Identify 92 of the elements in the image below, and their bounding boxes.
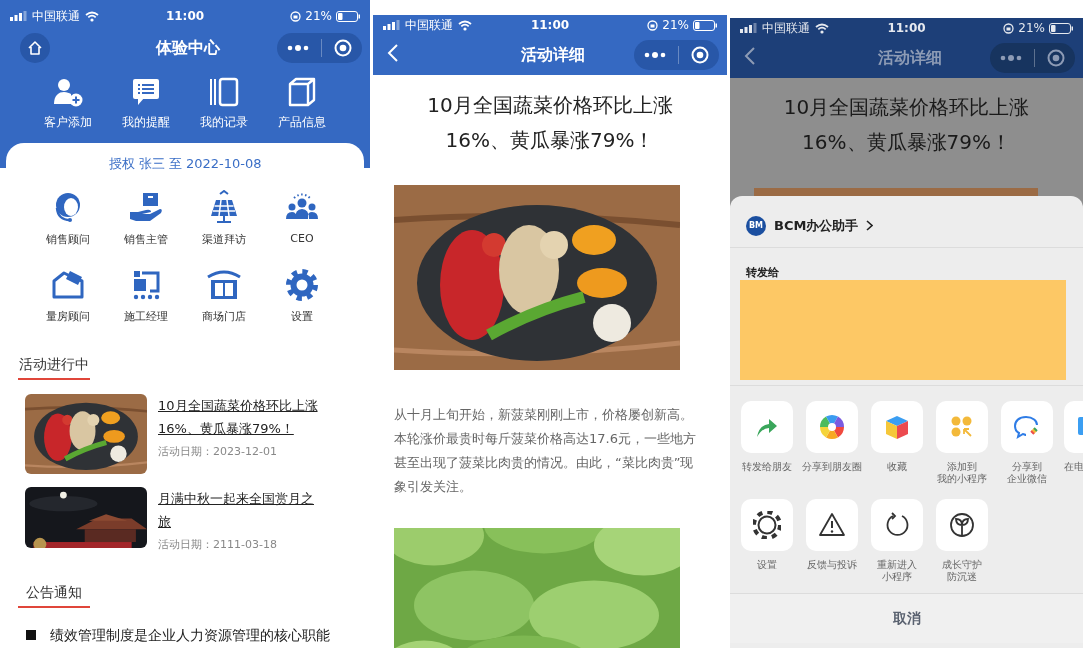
page-title: 体验中心 — [156, 37, 220, 59]
signal-icon — [383, 20, 400, 30]
more-icon[interactable] — [287, 44, 309, 52]
shortcut-label[interactable]: 客户添加 — [44, 114, 92, 131]
wifi-icon — [815, 22, 829, 34]
carrier-name: 中国联通 — [762, 19, 810, 37]
action-label[interactable]: 添加到 — [947, 461, 977, 473]
battery-percentage: 21% — [1018, 21, 1045, 35]
settings-icon[interactable] — [284, 267, 320, 303]
action-tile[interactable] — [741, 401, 793, 453]
back-icon[interactable] — [744, 46, 756, 66]
activity-link[interactable]: 月满中秋一起来全国赏月之旅 — [158, 487, 324, 533]
clock-time: 11:00 — [530, 18, 570, 32]
settings-icon — [753, 511, 781, 539]
battery-icon — [336, 10, 360, 22]
chat-icon — [1013, 413, 1041, 441]
rotation-lock-icon — [1003, 22, 1015, 34]
clock-time: 11:00 — [887, 21, 926, 35]
activity-date: 活动日期：2023-12-01 — [158, 444, 278, 459]
action-tile[interactable] — [741, 499, 793, 551]
shortcut-label[interactable]: 我的记录 — [200, 114, 248, 131]
action-label[interactable]: 反馈与投诉 — [807, 559, 857, 571]
battery-icon — [1049, 22, 1073, 34]
action-label[interactable]: 设置 — [757, 559, 777, 571]
carrier-name: 中国联通 — [405, 16, 453, 34]
cube-icon — [883, 413, 911, 441]
section-label: 转发给 — [746, 266, 780, 279]
user-add-icon[interactable] — [52, 76, 84, 108]
signal-icon — [10, 11, 27, 21]
action-tile[interactable] — [936, 499, 988, 551]
home-button[interactable] — [20, 33, 50, 63]
page-title: 活动详细 — [877, 47, 942, 69]
action-label[interactable]: 成长守护 — [942, 559, 982, 571]
action-tile[interactable] — [1001, 401, 1053, 453]
activity-link[interactable]: 10月全国蔬菜价格环比上涨16%、黄瓜暴涨79%！ — [158, 394, 324, 440]
action-label[interactable]: 在电 — [1064, 461, 1083, 473]
role-label[interactable]: 渠道拜访 — [202, 232, 246, 247]
battery-percentage: 21% — [305, 9, 332, 23]
more-icon[interactable] — [1000, 54, 1022, 62]
rotation-lock-icon — [290, 10, 302, 22]
page-title: 活动详细 — [521, 44, 585, 66]
activity-date: 活动日期：2111-03-18 — [158, 537, 278, 552]
action-tile[interactable] — [806, 401, 858, 453]
sprout-icon — [948, 511, 976, 539]
article-title: 10月全国蔬菜价格环比上涨16%、黄瓜暴涨79%！ — [782, 94, 1031, 156]
cube-icon[interactable] — [286, 76, 318, 108]
action-label[interactable]: 我的小程序 — [937, 473, 987, 485]
article-paragraph: 从十月上旬开始，新菠菜刚刚上市，价格屡创新高。本轮涨价最贵时每斤菠菜价格高达17.6元，一些地方甚至出现了菠菜比肉贵的情况。由此，“菜比肉贵”现象引发关注。 — [394, 406, 697, 496]
action-label[interactable]: 防沉迷 — [947, 571, 977, 583]
action-label[interactable]: 分享到朋友圈 — [802, 461, 862, 473]
signal-icon — [740, 23, 757, 33]
home-icon[interactable] — [27, 40, 43, 56]
action-tile[interactable] — [871, 401, 923, 453]
phone-icon[interactable] — [208, 76, 240, 108]
app-name[interactable]: BCM办公助手 — [774, 216, 859, 235]
action-label[interactable]: 小程序 — [882, 571, 912, 583]
action-label[interactable]: 收藏 — [887, 461, 907, 473]
action-tile[interactable] — [936, 401, 988, 453]
wifi-icon — [458, 19, 472, 31]
app-logo: BM — [746, 215, 766, 236]
wifi-icon — [85, 10, 99, 22]
section-title: 公告通知 — [26, 584, 82, 600]
action-tile[interactable] — [806, 499, 858, 551]
shortcut-label[interactable]: 我的提醒 — [122, 114, 170, 131]
section-title: 活动进行中 — [19, 356, 89, 372]
clock-time: 11:00 — [165, 9, 205, 23]
action-label[interactable]: 分享到 — [1012, 461, 1042, 473]
role-label[interactable]: 商场门店 — [202, 309, 246, 324]
chevron-right-icon[interactable] — [866, 220, 874, 231]
action-tile[interactable] — [871, 499, 923, 551]
aperture-icon — [818, 413, 846, 441]
target-icon[interactable] — [1047, 49, 1065, 67]
more-icon[interactable] — [644, 51, 666, 59]
rotation-lock-icon — [647, 19, 659, 31]
bullet-icon — [26, 630, 36, 640]
notice-link[interactable]: 绩效管理制度是企业人力资源管理的核心职能 — [50, 628, 330, 642]
action-label[interactable]: 企业微信 — [1007, 473, 1047, 485]
action-label[interactable]: 转发给朋友 — [742, 461, 792, 473]
role-label[interactable]: 设置 — [291, 309, 313, 324]
action-label[interactable]: 重新进入 — [877, 559, 917, 571]
role-label[interactable]: 销售顾问 — [46, 232, 90, 247]
carrier-name: 中国联通 — [32, 7, 80, 25]
shortcut-label[interactable]: 产品信息 — [278, 114, 326, 131]
role-label[interactable]: 施工经理 — [124, 309, 168, 324]
role-label[interactable]: CEO — [290, 232, 314, 245]
role-label[interactable]: 销售主管 — [124, 232, 168, 247]
role-label[interactable]: 量房顾问 — [46, 309, 90, 324]
warning-icon — [818, 511, 846, 539]
battery-icon — [693, 19, 717, 31]
article-title: 10月全国蔬菜价格环比上涨16%、黄瓜暴涨79%！ — [426, 92, 674, 154]
battery-percentage: 21% — [662, 18, 689, 32]
authorization-text: 授权 张三 至 2022-10-08 — [107, 156, 263, 172]
